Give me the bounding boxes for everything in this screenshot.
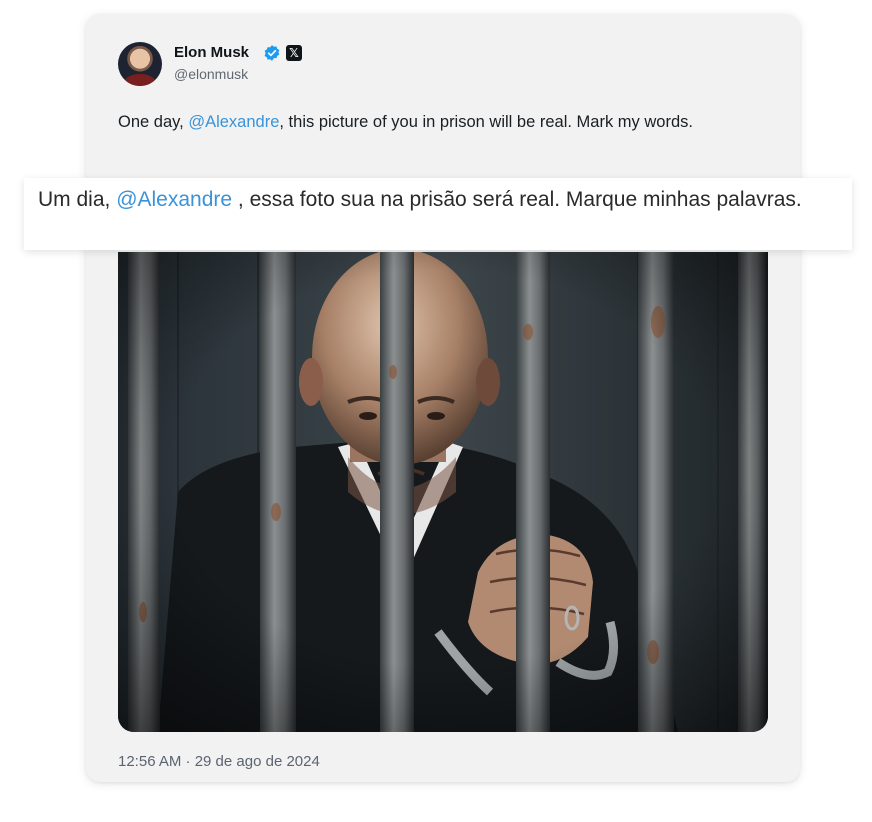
tweet-timestamp[interactable]: 12:56 AM · 29 de ago de 2024 [118, 753, 320, 770]
translation-after: , essa foto sua na prisão será real. Mar… [232, 188, 802, 211]
x-logo-icon: 𝕏 [286, 45, 302, 61]
tweet-text-after: , this picture of you in prison will be … [279, 113, 693, 131]
tweet-text: One day, @Alexandre, this picture of you… [118, 110, 758, 134]
tweet-text-before: One day, [118, 113, 189, 131]
author-name[interactable]: Elon Musk [174, 44, 249, 61]
verified-badge-icon [264, 45, 280, 61]
avatar[interactable] [118, 42, 162, 86]
translation-text: Um dia, @Alexandre , essa foto sua na pr… [38, 186, 846, 213]
author-handle[interactable]: @elonmusk [174, 66, 248, 82]
translation-before: Um dia, [38, 188, 117, 211]
translation-mention: @Alexandre [116, 188, 233, 211]
tweet-image[interactable] [118, 252, 768, 732]
mention-link[interactable]: @Alexandre [188, 113, 279, 131]
translation-overlay: Um dia, @Alexandre , essa foto sua na pr… [24, 178, 852, 250]
avatar-suit [124, 74, 156, 86]
prison-illustration [118, 252, 768, 732]
